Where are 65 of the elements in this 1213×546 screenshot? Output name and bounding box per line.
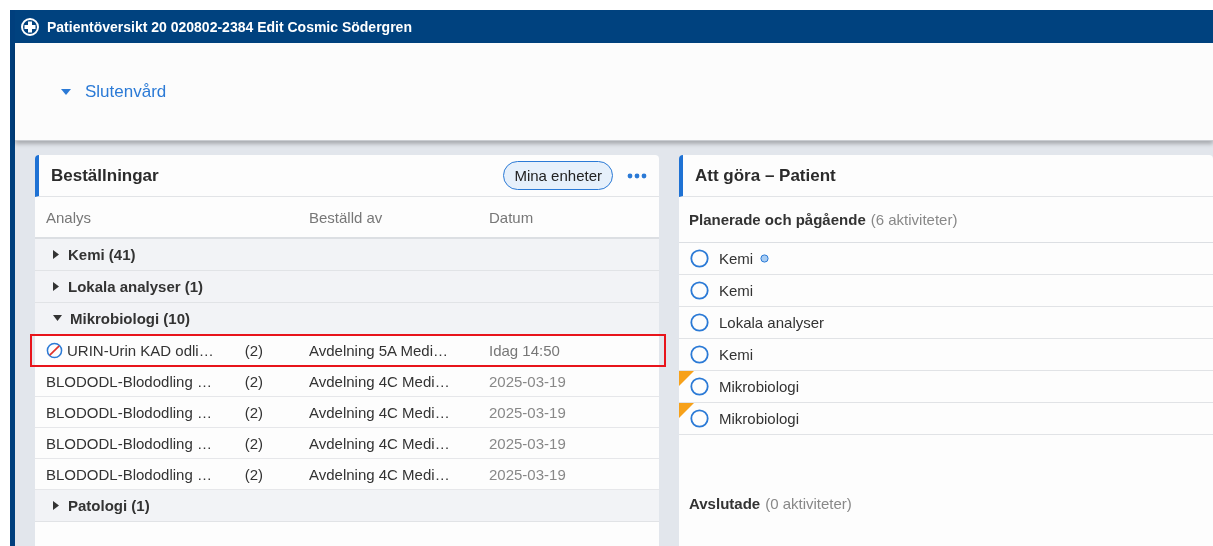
todo-item[interactable]: Kemi bbox=[679, 339, 1213, 371]
order-row[interactable]: BLODODL-Blododling … (2) Avdelning 4C Medi… 2025-03-19 bbox=[35, 366, 659, 397]
caret-down-icon bbox=[61, 88, 71, 95]
table-cell-text: Avdelning 4C Medi… bbox=[309, 372, 451, 390]
status-circle-icon[interactable] bbox=[690, 377, 709, 396]
highlighted-order-row[interactable]: URIN-Urin KAD odli… (2) Avdelning 5A Medi… Idag 14:50 bbox=[31, 335, 665, 366]
group-row[interactable]: Lokala analyser (1) bbox=[53, 278, 204, 295]
table-cell-text: Avdelning 5A Medi… bbox=[309, 341, 449, 359]
todo-item[interactable]: Lokala analyser bbox=[679, 307, 1213, 339]
column-header: Analys bbox=[46, 208, 93, 226]
todo-item[interactable]: Kemi bbox=[679, 275, 1213, 307]
item-label: Kemi bbox=[719, 346, 754, 363]
table-cell-text: 2025-03-19 bbox=[489, 403, 567, 421]
table-cell: (2) bbox=[244, 372, 263, 390]
caret-right-icon bbox=[53, 282, 60, 291]
todo-item[interactable]: Kemi bbox=[679, 243, 1213, 275]
group-row[interactable]: Kemi (41) bbox=[53, 246, 136, 263]
item-label: Mikrobiologi bbox=[719, 378, 800, 395]
table-cell: (2) bbox=[244, 465, 263, 483]
table-cell: URIN-Urin KAD odli… bbox=[67, 341, 214, 359]
order-row[interactable]: BLODODL-Blododling … (2) Avdelning 4C Medi… 2025-03-19 bbox=[35, 428, 659, 459]
cross-icon bbox=[21, 17, 39, 36]
card-title: Beställningar bbox=[51, 165, 160, 186]
activity-count: (0 aktiviteter) bbox=[765, 494, 852, 512]
table-cell: BLODODL-Blododling … bbox=[46, 372, 212, 390]
order-row[interactable]: BLODODL-Blododling … (2) Avdelning 4C Medi… 2025-03-19 bbox=[35, 397, 659, 428]
section-link[interactable]: Slutenvård bbox=[61, 81, 167, 102]
caret-right-icon bbox=[53, 501, 60, 510]
group-row[interactable]: Mikrobiologi (10) bbox=[53, 310, 190, 327]
table-cell-text: 2025-03-19 bbox=[489, 372, 567, 390]
caret-right-icon bbox=[53, 250, 60, 259]
table-cell: (2) bbox=[244, 403, 263, 421]
filter-chip[interactable]: Mina enheter bbox=[503, 161, 613, 190]
status-circle-icon[interactable] bbox=[690, 345, 709, 364]
item-label: Lokala analyser bbox=[719, 314, 825, 331]
status-circle-icon[interactable] bbox=[690, 313, 709, 332]
window-title: Patientöversikt 20 020802-2384 Edit Cosmic Södergren bbox=[47, 18, 412, 35]
activity-count: (6 aktiviteter) bbox=[870, 211, 958, 228]
table-cell: (2) bbox=[244, 341, 263, 359]
caret-down-icon bbox=[53, 315, 62, 322]
status-circle-icon[interactable] bbox=[690, 249, 709, 268]
table-cell-text: 2025-03-19 bbox=[489, 465, 567, 483]
group-row[interactable]: Patologi (1) bbox=[53, 497, 150, 514]
more-icon[interactable] bbox=[627, 172, 647, 179]
item-label: Mikrobiologi bbox=[719, 410, 800, 427]
table-cell: BLODODL-Blododling … bbox=[46, 434, 212, 452]
table-cell-text: Avdelning 4C Medi… bbox=[309, 465, 451, 483]
item-label: Kemi bbox=[719, 250, 754, 267]
section-heading: Planerade och pågående bbox=[689, 211, 866, 228]
card-title: Att göra – Patient bbox=[695, 165, 837, 186]
table-cell-text: Avdelning 4C Medi… bbox=[309, 403, 451, 421]
todo-item[interactable]: Mikrobiologi bbox=[679, 371, 1213, 403]
table-cell-text: Idag 14:50 bbox=[489, 341, 561, 359]
status-circle-icon[interactable] bbox=[690, 281, 709, 300]
todo-item[interactable]: Mikrobiologi bbox=[679, 403, 1213, 435]
column-header: Beställd av bbox=[309, 208, 384, 226]
status-circle-icon[interactable] bbox=[690, 409, 709, 428]
table-cell-text: 2025-03-19 bbox=[489, 434, 567, 452]
table-cell: BLODODL-Blododling … bbox=[46, 403, 212, 421]
item-label: Kemi bbox=[719, 282, 754, 299]
table-cell-text: Avdelning 4C Medi… bbox=[309, 434, 451, 452]
section-heading: Avslutade bbox=[689, 494, 761, 512]
column-header: Datum bbox=[489, 208, 535, 226]
table-cell: BLODODL-Blododling … bbox=[46, 465, 212, 483]
table-cell: (2) bbox=[244, 434, 263, 452]
